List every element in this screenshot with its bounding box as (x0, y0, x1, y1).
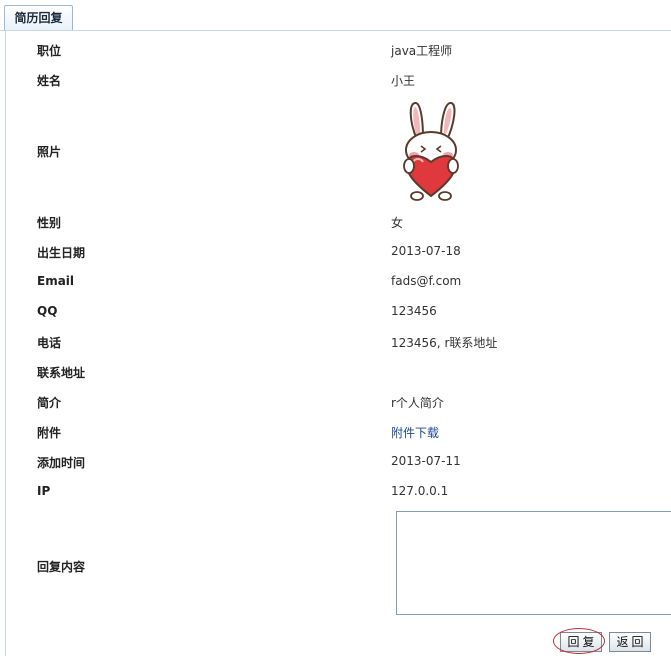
position-value: java工程师 (391, 44, 453, 58)
position-label: 职位 (37, 44, 62, 58)
email-value: fads@f.com (391, 274, 462, 288)
back-button[interactable]: 返回 (609, 632, 651, 652)
intro-label: 简介 (37, 396, 62, 410)
rabbit-photo (403, 102, 459, 201)
reply-button[interactable]: 回复 (560, 632, 602, 652)
added-time-label: 添加时间 (37, 456, 86, 470)
phone-value: 123456, r联系地址 (391, 336, 498, 350)
ip-value: 127.0.0.1 (391, 484, 449, 498)
birthdate-value: 2013-07-18 (391, 244, 461, 258)
name-label: 姓名 (37, 74, 62, 88)
gender-value: 女 (391, 216, 404, 230)
added-time-value: 2013-07-11 (391, 454, 461, 468)
ip-label: IP (37, 484, 51, 498)
tab-resume-reply[interactable]: 简历回复 (4, 5, 73, 30)
qq-label: QQ (37, 304, 58, 318)
name-value: 小王 (391, 74, 416, 88)
reply-content-textarea[interactable] (396, 511, 671, 615)
photo-label: 照片 (37, 145, 62, 159)
qq-value: 123456 (391, 304, 437, 318)
email-label: Email (37, 274, 75, 288)
tab-bar: 简历回复 (0, 0, 671, 31)
intro-value: r个人简介 (391, 396, 444, 410)
phone-label: 电话 (37, 336, 62, 350)
attachment-label: 附件 (37, 426, 62, 440)
address-label: 联系地址 (37, 366, 86, 380)
gender-label: 性别 (37, 216, 62, 230)
reply-content-label: 回复内容 (37, 560, 86, 574)
resume-reply-page: 简历回复 职位 java工程师 姓名 小王 照片 性别 女 出生日期 2013-… (0, 0, 671, 656)
attachment-download-link[interactable]: 附件下载 (391, 424, 439, 441)
birthdate-label: 出生日期 (37, 246, 86, 260)
